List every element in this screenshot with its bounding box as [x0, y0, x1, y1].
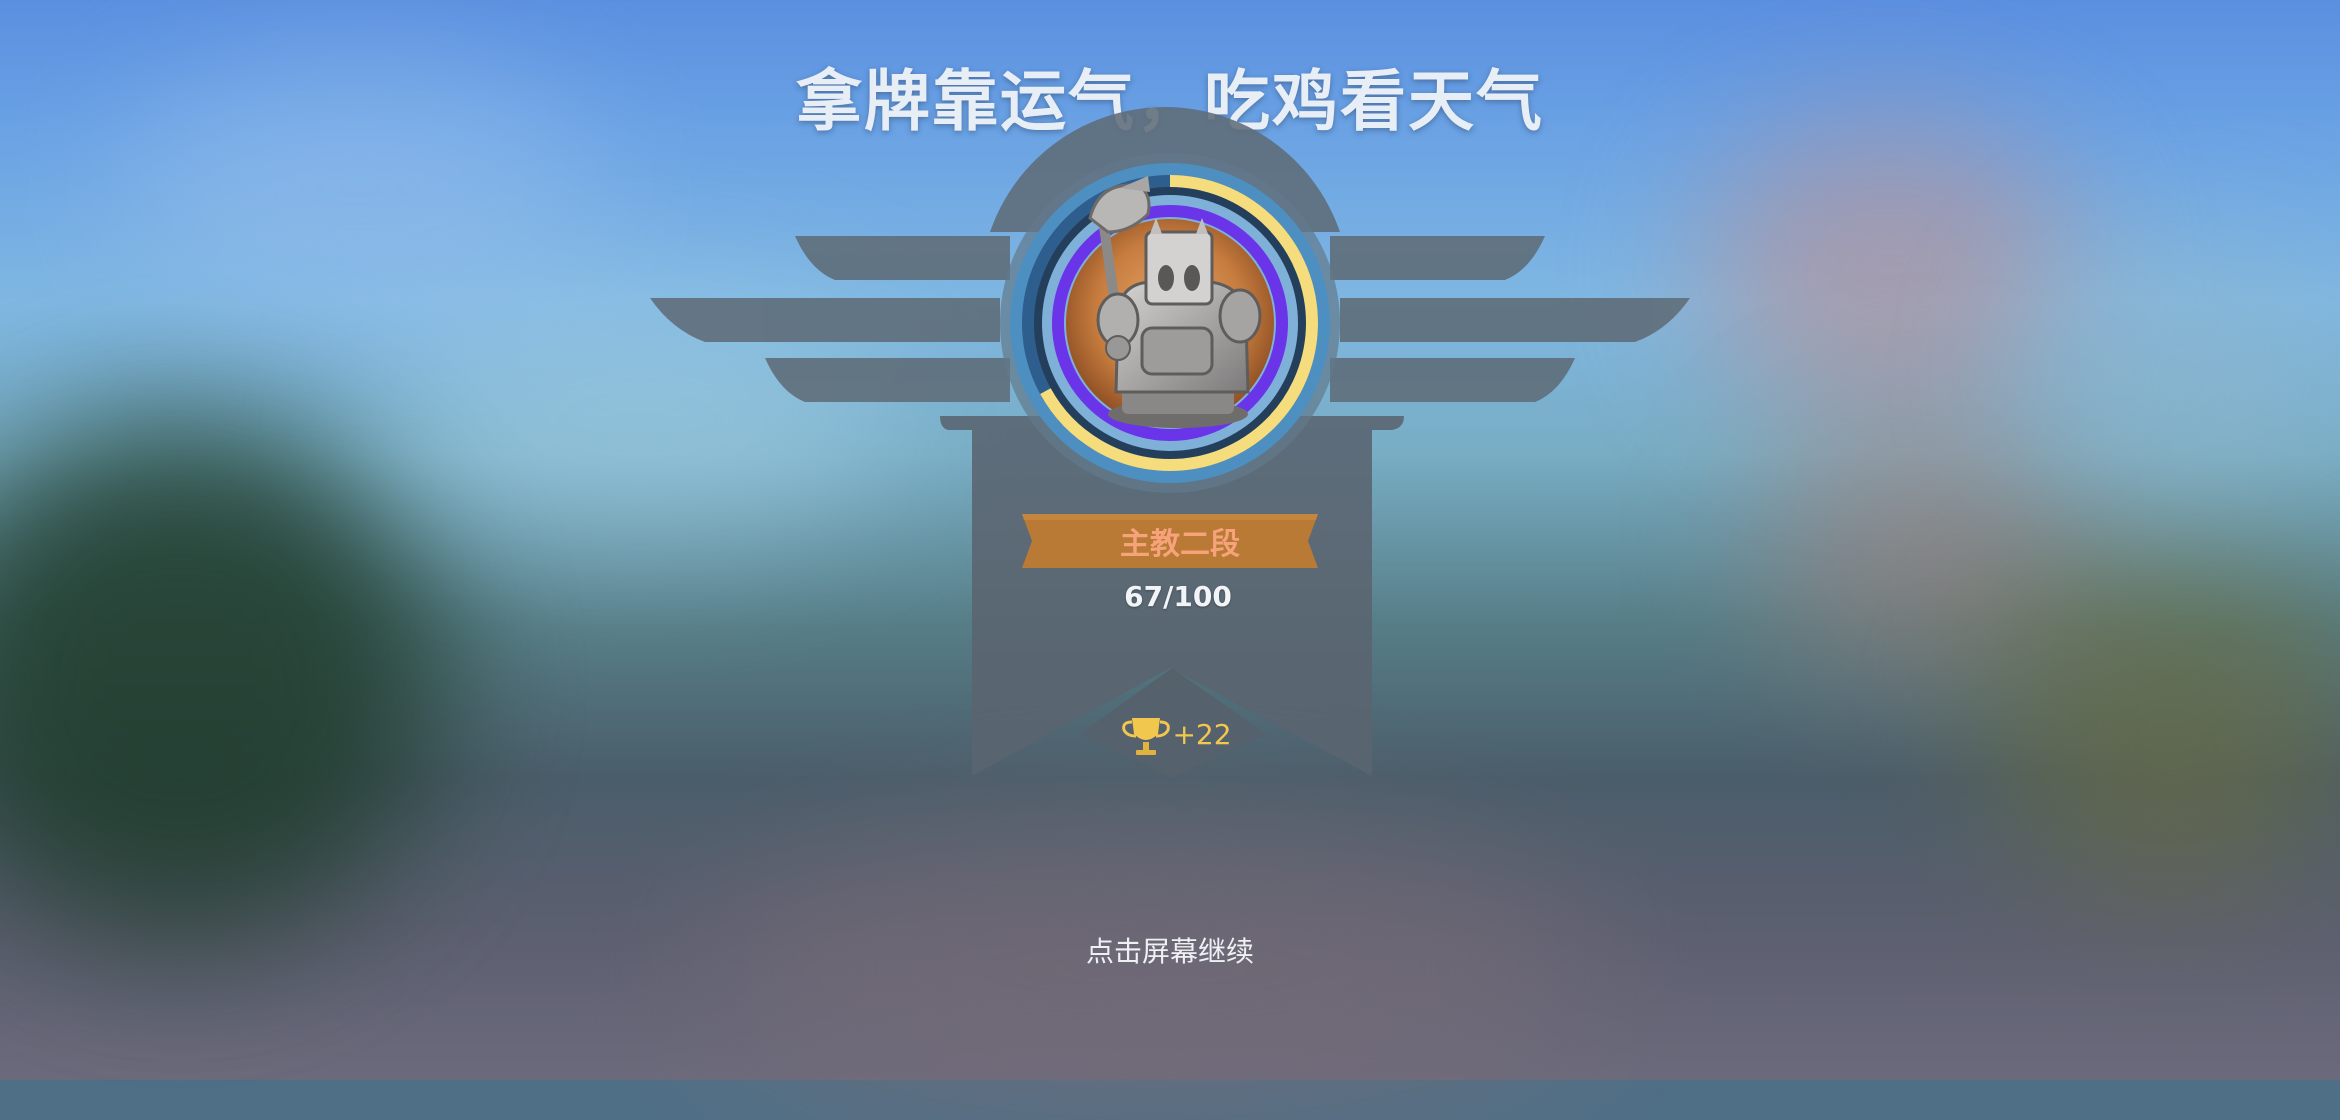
rank-result-screen[interactable]: { "title": "拿牌靠运气，吃鸡看天气", "rank": { "nam…	[0, 0, 2340, 1120]
rank-name: 主教二段	[1120, 527, 1240, 562]
reward-value: +22	[1172, 717, 1232, 751]
left-wings	[650, 236, 1010, 402]
continue-hint[interactable]: 点击屏幕继续	[0, 930, 2340, 970]
reward-row: +22	[1090, 710, 1270, 758]
right-wings	[1330, 236, 1690, 402]
rank-progress-text: 67/100	[1124, 580, 1232, 613]
